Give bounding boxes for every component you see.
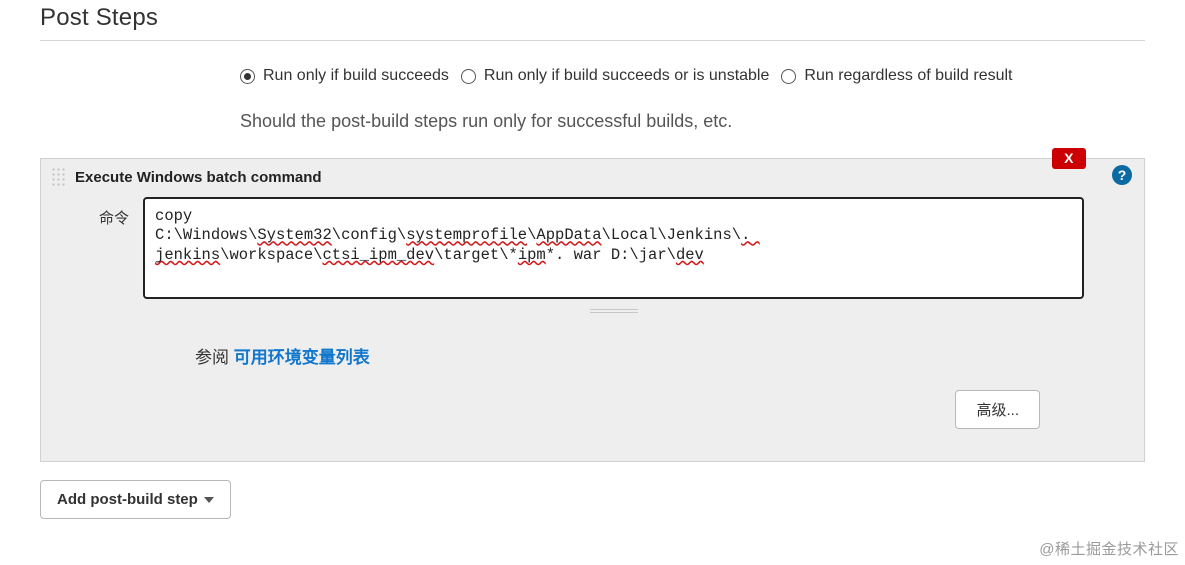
caret-down-icon	[204, 497, 214, 503]
radio-icon[interactable]	[240, 69, 255, 84]
radio-icon[interactable]	[461, 69, 476, 84]
section-title: Post Steps	[40, 0, 1145, 41]
advanced-button[interactable]: 高级...	[955, 390, 1040, 429]
radio-icon[interactable]	[781, 69, 796, 84]
add-step-label: Add post-build step	[57, 491, 198, 508]
env-vars-link[interactable]: 可用环境变量列表	[234, 348, 370, 367]
add-post-build-step-button[interactable]: Add post-build step	[40, 480, 231, 519]
command-textarea[interactable]: copy C:\Windows\System32\config\systempr…	[143, 197, 1084, 299]
reference-prefix: 参阅	[195, 348, 234, 367]
run-condition-option-1[interactable]: Run only if build succeeds or is unstabl…	[461, 67, 770, 85]
env-vars-reference: 参阅 可用环境变量列表	[195, 343, 1084, 368]
watermark-text: @稀土掘金技术社区	[1039, 538, 1179, 559]
radio-label: Run only if build succeeds or is unstabl…	[484, 67, 770, 85]
step-title: Execute Windows batch command	[75, 169, 322, 186]
radio-label: Run regardless of build result	[804, 67, 1012, 85]
run-condition-group: Run only if build succeeds Run only if bu…	[240, 67, 1145, 85]
build-step-box: X ? Execute Windows batch command 命令 cop…	[40, 158, 1145, 462]
drag-handle-icon[interactable]	[51, 167, 67, 187]
command-label: 命令	[99, 197, 129, 228]
radio-label: Run only if build succeeds	[263, 67, 449, 85]
resize-handle-icon[interactable]	[590, 309, 638, 313]
run-condition-description: Should the post-build steps run only for…	[240, 111, 1145, 132]
step-header: Execute Windows batch command	[41, 159, 1144, 193]
run-condition-option-2[interactable]: Run regardless of build result	[781, 67, 1012, 85]
run-condition-option-0[interactable]: Run only if build succeeds	[240, 67, 449, 85]
